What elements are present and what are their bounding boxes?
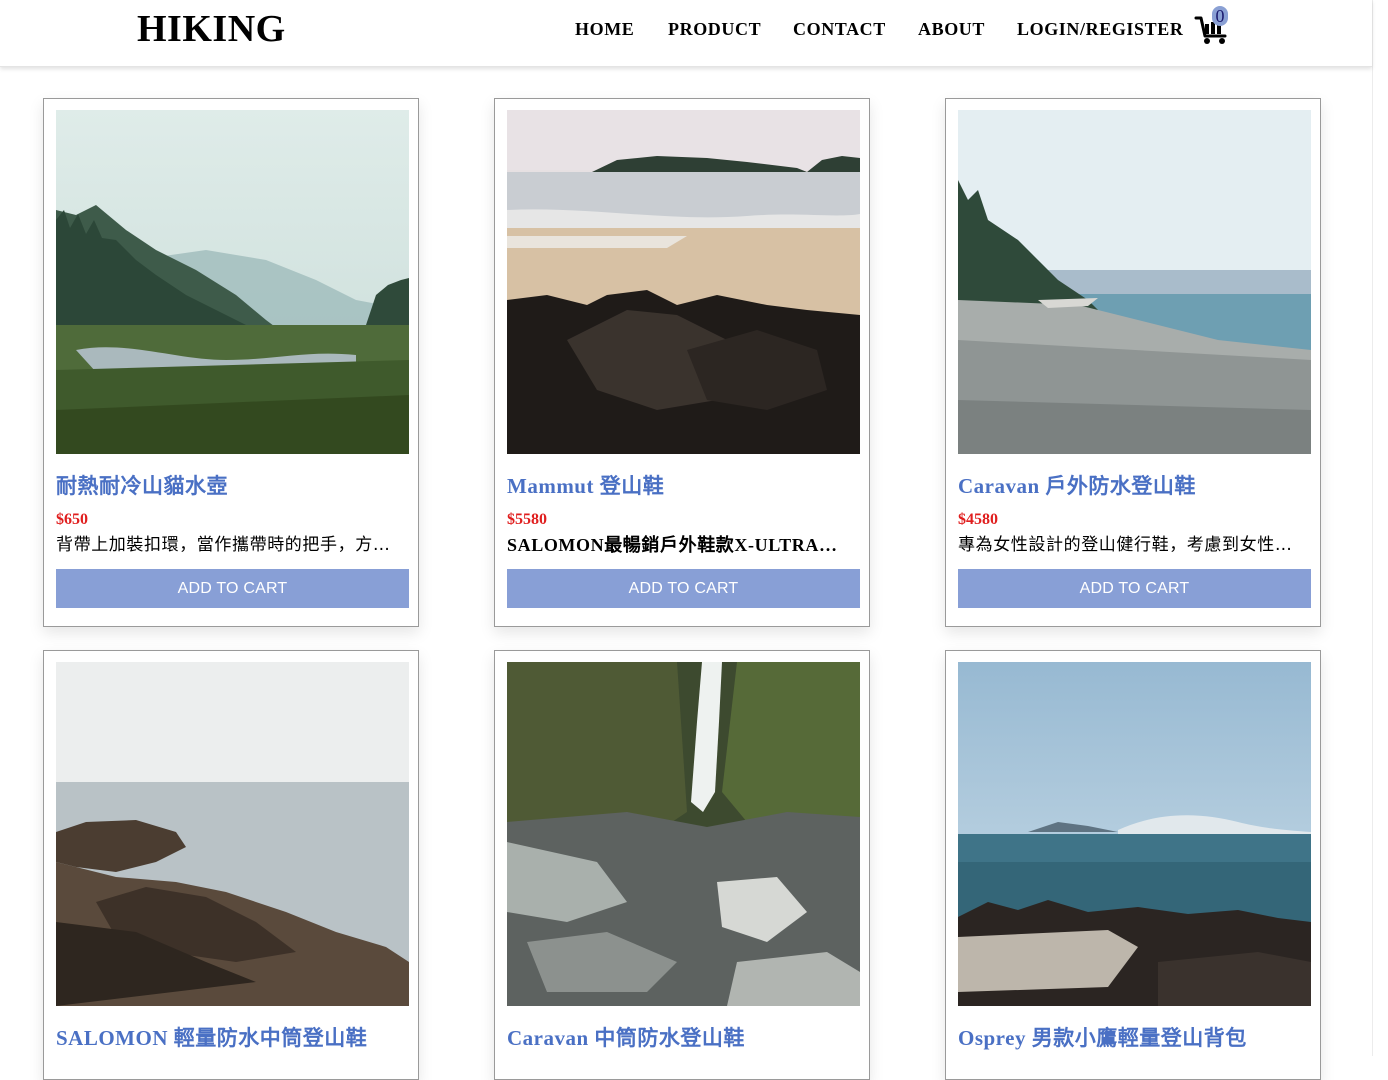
product-card: 耐熱耐冷山貓水壺 $650 背帶上加裝扣環，當作攜帶時的把手，方便攜帶 ADD … — [43, 98, 419, 627]
product-price: $5580 — [507, 511, 547, 528]
product-price: $4580 — [958, 511, 998, 528]
add-to-cart-button[interactable]: ADD TO CART — [56, 569, 409, 608]
product-description: SALOMON最暢銷戶外鞋款X-ULTRA，輕量穩定 — [507, 535, 842, 555]
nav-product[interactable]: PRODUCT — [668, 18, 761, 40]
product-card: Mammut 登山鞋 $5580 SALOMON最暢銷戶外鞋款X-ULTRA，輕… — [494, 98, 870, 627]
product-description: 專為女性設計的登山健行鞋，考慮到女性腳型 — [958, 535, 1293, 555]
product-title[interactable]: Caravan 中筒防水登山鞋 — [507, 1024, 860, 1052]
product-title[interactable]: SALOMON 輕量防水中筒登山鞋 — [56, 1024, 409, 1052]
add-to-cart-button[interactable]: ADD TO CART — [958, 569, 1311, 608]
product-image[interactable] — [56, 110, 409, 454]
product-image[interactable] — [56, 662, 409, 1006]
nav-home[interactable]: HOME — [575, 18, 634, 40]
product-grid: 耐熱耐冷山貓水壺 $650 背帶上加裝扣環，當作攜帶時的把手，方便攜帶 ADD … — [0, 0, 1372, 1080]
nav-contact[interactable]: CONTACT — [793, 18, 886, 40]
product-image[interactable] — [958, 662, 1311, 1006]
add-to-cart-button[interactable]: ADD TO CART — [507, 569, 860, 608]
product-description: 背帶上加裝扣環，當作攜帶時的把手，方便攜帶 — [56, 535, 391, 555]
product-image[interactable] — [958, 110, 1311, 454]
page-gutter — [1372, 0, 1388, 1056]
nav-login-register[interactable]: LOGIN/REGISTER — [1017, 18, 1183, 40]
product-title[interactable]: 耐熱耐冷山貓水壺 — [56, 472, 409, 500]
cart-button[interactable]: 0 — [1194, 6, 1234, 46]
site-header: HIKING HOME PRODUCT CONTACT ABOUT LOGIN/… — [0, 0, 1372, 67]
product-card: Caravan 中筒防水登山鞋 — [494, 650, 870, 1080]
nav-about[interactable]: ABOUT — [918, 18, 985, 40]
product-title[interactable]: Osprey 男款小鷹輕量登山背包 — [958, 1024, 1311, 1052]
product-card: Osprey 男款小鷹輕量登山背包 — [945, 650, 1321, 1080]
product-title[interactable]: Mammut 登山鞋 — [507, 472, 860, 500]
product-image[interactable] — [507, 662, 860, 1006]
product-card: Caravan 戶外防水登山鞋 $4580 專為女性設計的登山健行鞋，考慮到女性… — [945, 98, 1321, 627]
product-card: SALOMON 輕量防水中筒登山鞋 — [43, 650, 419, 1080]
cart-count-badge: 0 — [1212, 6, 1228, 26]
site-logo[interactable]: HIKING — [137, 6, 286, 52]
product-title[interactable]: Caravan 戶外防水登山鞋 — [958, 472, 1311, 500]
product-price: $650 — [56, 511, 88, 528]
product-image[interactable] — [507, 110, 860, 454]
